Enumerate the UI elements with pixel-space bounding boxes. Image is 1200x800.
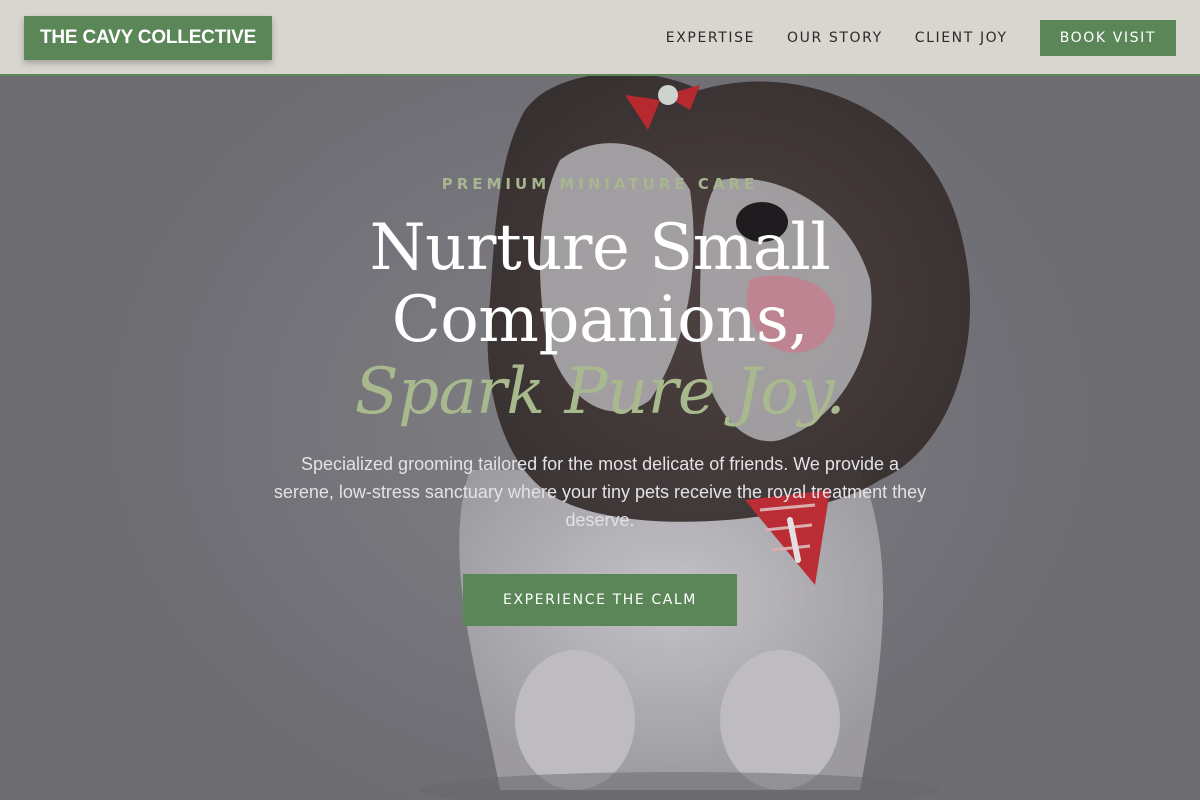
hero-content: PREMIUM MINIATURE CARE Nurture Small Com…: [250, 170, 950, 626]
nav-link-our-story[interactable]: OUR STORY: [787, 30, 883, 46]
hero-eyebrow: PREMIUM MINIATURE CARE: [441, 175, 759, 193]
experience-the-calm-button[interactable]: EXPERIENCE THE CALM: [463, 574, 737, 626]
headline-accent: Spark Pure Joy.: [354, 355, 846, 429]
hero-headline: Nurture Small Companions, Spark Pure Joy…: [250, 212, 950, 428]
nav-link-expertise[interactable]: EXPERTISE: [666, 30, 755, 46]
nav-link-client-joy[interactable]: CLIENT JOY: [915, 30, 1008, 46]
site-header: THE CAVY COLLECTIVE EXPERTISE OUR STORY …: [0, 0, 1200, 76]
main-nav: EXPERTISE OUR STORY CLIENT JOY BOOK VISI…: [666, 20, 1176, 56]
book-visit-button[interactable]: BOOK VISIT: [1039, 20, 1176, 56]
headline-line-1: Nurture Small: [369, 211, 831, 285]
brand-logo[interactable]: THE CAVY COLLECTIVE: [24, 16, 273, 60]
hero-description: Specialized grooming tailored for the mo…: [273, 454, 927, 530]
headline-line-2: Companions,: [391, 283, 809, 357]
